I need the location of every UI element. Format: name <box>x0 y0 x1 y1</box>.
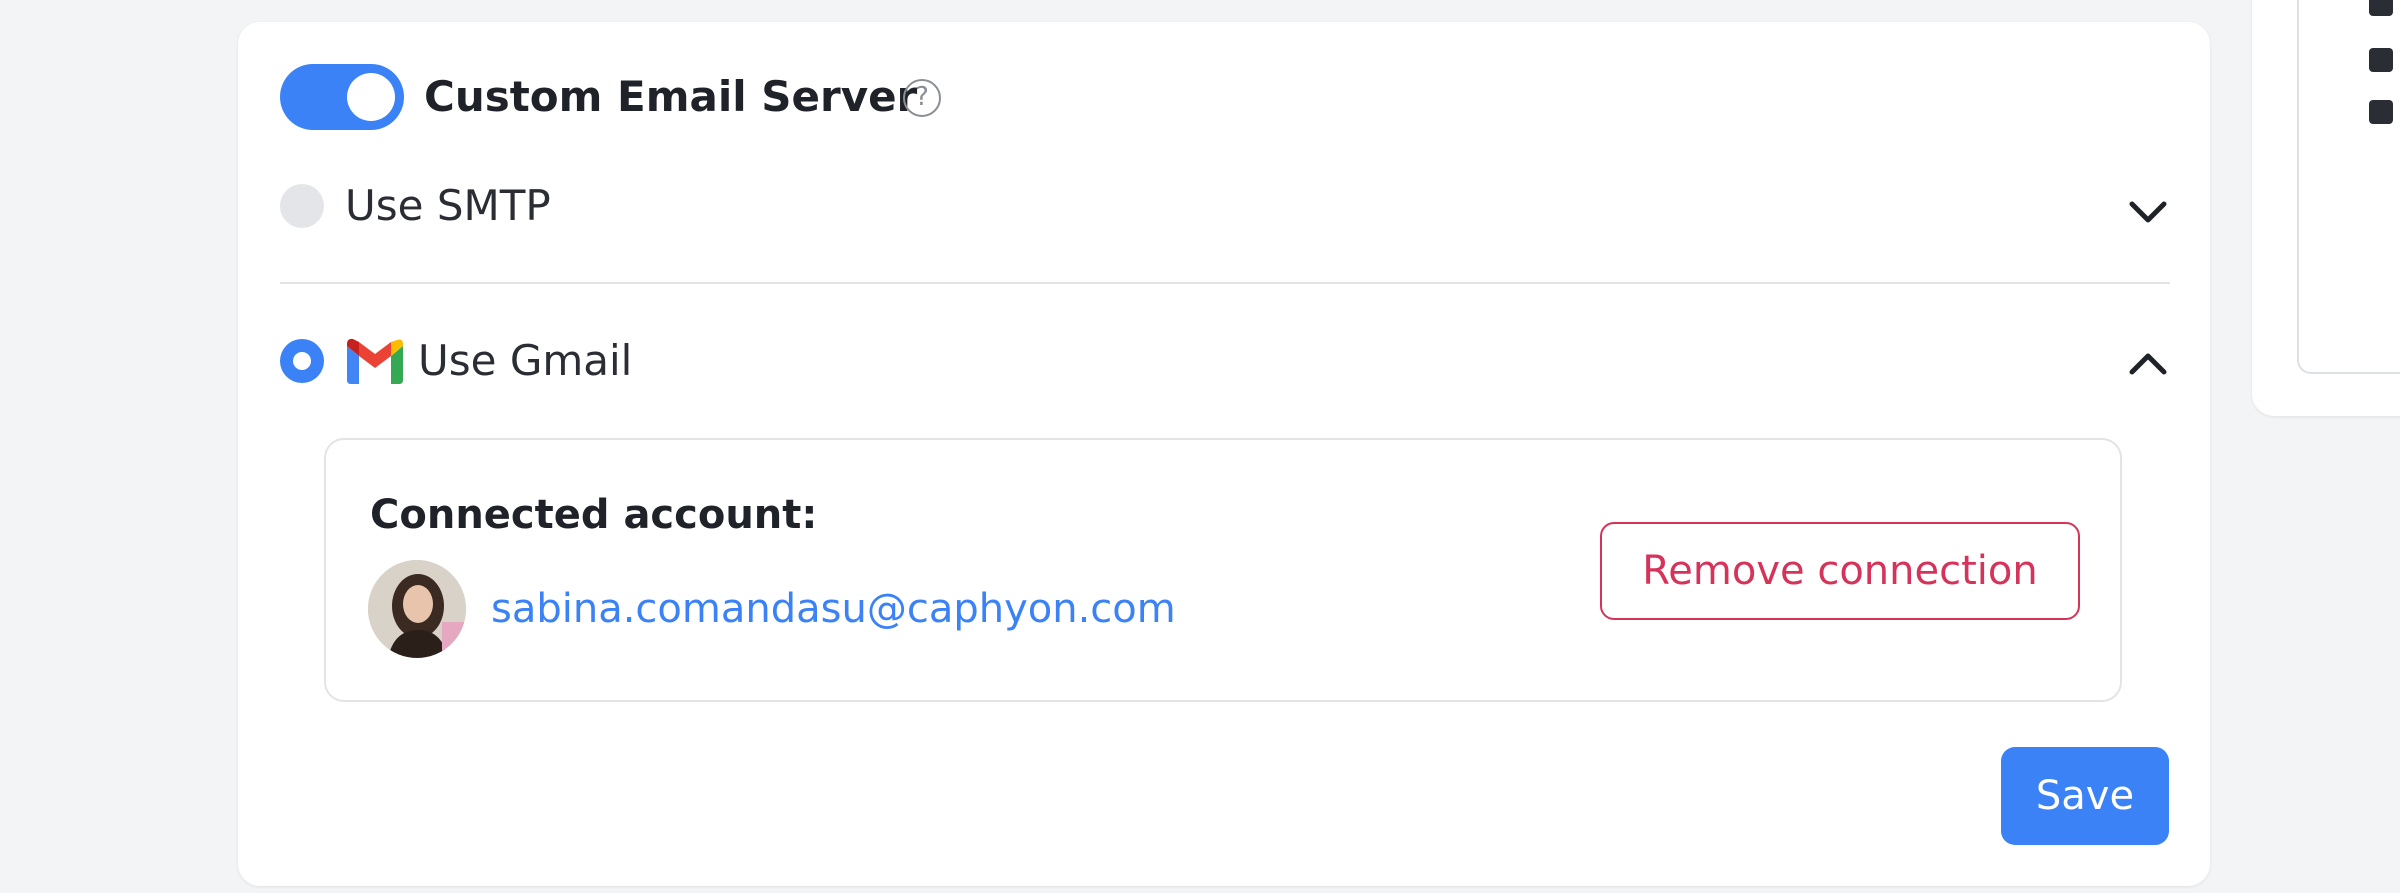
checkbox-icon[interactable] <box>2369 48 2393 72</box>
remove-connection-button[interactable]: Remove connection <box>1600 522 2080 620</box>
gmail-radio[interactable] <box>280 339 324 383</box>
toggle-knob <box>347 73 395 121</box>
chevron-down-icon[interactable] <box>2128 200 2168 224</box>
checkbox-icon[interactable] <box>2369 100 2393 124</box>
divider <box>280 282 2170 284</box>
gmail-option-label[interactable]: Use Gmail <box>418 334 632 388</box>
checkbox-icon[interactable] <box>2369 0 2393 16</box>
avatar <box>368 560 466 658</box>
custom-email-server-toggle[interactable] <box>280 64 404 130</box>
question-circle-icon[interactable]: ? <box>903 79 941 117</box>
smtp-option-label[interactable]: Use SMTP <box>345 179 551 233</box>
gmail-icon <box>347 338 403 384</box>
chevron-up-icon[interactable] <box>2128 352 2168 376</box>
smtp-radio[interactable] <box>280 184 324 228</box>
save-button[interactable]: Save <box>2001 747 2169 845</box>
connected-account-label: Connected account: <box>370 492 818 538</box>
connected-email-link[interactable]: sabina.comandasu@caphyon.com <box>491 583 1176 635</box>
section-title: Custom Email Server <box>424 72 918 121</box>
